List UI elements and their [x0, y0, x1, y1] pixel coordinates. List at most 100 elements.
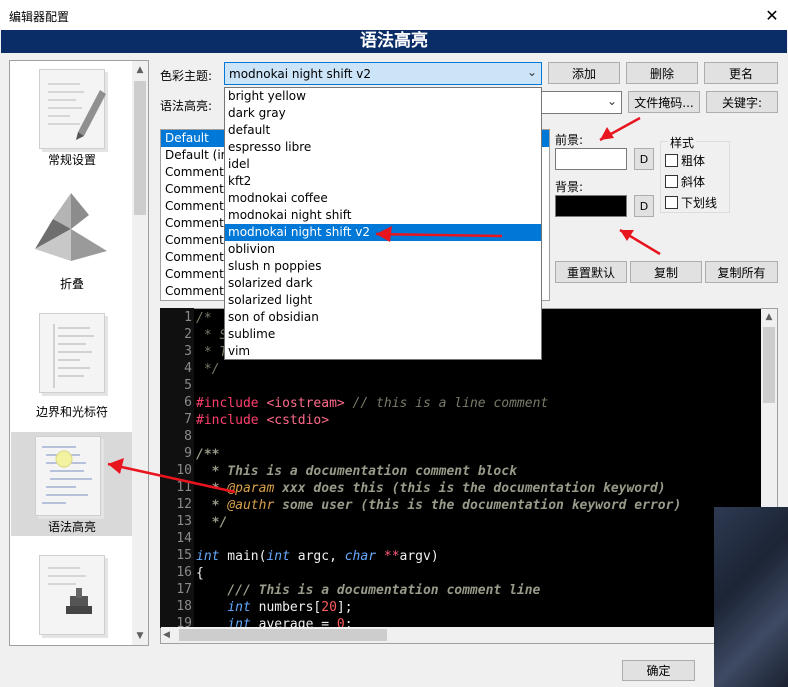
dropdown-option-selected[interactable]: modnokai night shift v2 [225, 224, 541, 241]
foreground-default-button[interactable]: D [634, 148, 654, 170]
code-token: /* [196, 311, 212, 326]
theme-combobox[interactable]: modnokai night shift v2 ⌄ [224, 62, 542, 85]
line-number: 9 [184, 446, 192, 461]
theme-label: 色彩主题: [160, 69, 213, 83]
sidebar-item-syntax[interactable]: 语法高亮 [11, 432, 133, 536]
code-token: /** [196, 447, 220, 462]
category-sidebar: 常规设置 折叠 边界和光标符 语法高亮 ▲ ▼ [9, 60, 149, 646]
sidebar-scrollbar[interactable]: ▲ ▼ [132, 61, 148, 645]
dropdown-option[interactable]: modnokai night shift [225, 207, 541, 224]
code-token: { [196, 566, 204, 581]
scrollbar-thumb[interactable] [179, 629, 387, 641]
underline-checkbox[interactable]: 下划线 [665, 194, 717, 211]
theme-selected-value: modnokai night shift v2 [229, 67, 371, 81]
line-number: 1 [184, 310, 192, 325]
sidebar-item-margins[interactable]: 边界和光标符 [11, 307, 133, 429]
sidebar-item-folding[interactable]: 折叠 [11, 185, 133, 303]
arrowhead [620, 230, 634, 241]
dropdown-option[interactable]: bright yellow [225, 88, 541, 105]
dropdown-option[interactable]: sublime [225, 326, 541, 343]
bold-label: 粗体 [681, 154, 706, 168]
dropdown-option[interactable]: slush n poppies [225, 258, 541, 275]
line-number: 2 [184, 327, 192, 342]
line-number: 3 [184, 344, 192, 359]
scrollbar-thumb[interactable] [134, 81, 146, 215]
dropdown-option[interactable]: default [225, 122, 541, 139]
margins-cursor-icon [39, 313, 105, 393]
sidebar-item-general[interactable]: 常规设置 [11, 63, 133, 181]
dropdown-option[interactable]: idel [225, 156, 541, 173]
dropdown-option[interactable]: oblivion [225, 241, 541, 258]
delete-theme-button[interactable]: 删除 [626, 62, 698, 84]
scroll-up-icon[interactable]: ▲ [132, 65, 148, 75]
line-number: 18 [176, 599, 192, 614]
background-label: 背景: [555, 180, 584, 194]
dropdown-option[interactable]: vim [225, 343, 541, 360]
code-token: main( [219, 549, 267, 564]
add-theme-button[interactable]: 添加 [548, 62, 620, 84]
code-token: * This is a documentation comment block [196, 464, 517, 479]
code-token: some user (this is the documentation key… [274, 498, 682, 513]
italic-label: 斜体 [681, 175, 706, 189]
keywords-button[interactable]: 关键字: [706, 91, 778, 113]
bold-checkbox[interactable]: 粗体 [665, 152, 705, 169]
code-token: int [227, 600, 251, 615]
code-token: char [344, 549, 377, 564]
line-number: 8 [184, 429, 192, 444]
dropdown-option[interactable]: modnokai coffee [225, 190, 541, 207]
chevron-down-icon: ⌄ [526, 65, 537, 79]
editor-horizontal-scrollbar[interactable]: ◀ [161, 627, 761, 643]
scroll-up-icon[interactable]: ▲ [761, 312, 777, 322]
dropdown-option[interactable]: solarized dark [225, 275, 541, 292]
ok-button[interactable]: 确定 [622, 660, 695, 681]
scroll-down-icon[interactable]: ▼ [132, 631, 148, 641]
dropdown-option[interactable]: son of obsidian [225, 309, 541, 326]
scroll-left-icon[interactable]: ◀ [163, 630, 170, 640]
general-settings-icon [39, 69, 106, 149]
file-mask-button[interactable]: 文件掩码... [628, 91, 700, 113]
line-number: 4 [184, 361, 192, 376]
code-token: int [196, 549, 220, 564]
foreground-color-swatch[interactable] [555, 148, 627, 170]
code-token: * T [196, 345, 228, 360]
line-number: 15 [176, 548, 192, 563]
chevron-down-icon: ⌄ [606, 94, 617, 108]
code-token: */ [196, 515, 228, 530]
line-number: 11 [176, 480, 192, 495]
line-number: 10 [176, 463, 192, 478]
background-default-button[interactable]: D [634, 195, 654, 217]
line-number: 13 [176, 514, 192, 529]
copy-all-button[interactable]: 复制所有 [705, 261, 778, 283]
code-token: 20 [321, 600, 337, 615]
line-number: 17 [176, 582, 192, 597]
theme-dropdown-list[interactable]: bright yellow dark gray default espresso… [224, 87, 542, 360]
line-number: 6 [184, 395, 192, 410]
origami-icon [31, 189, 111, 276]
code-token: * S [196, 328, 228, 343]
close-icon: ✕ [765, 5, 779, 25]
code-token: @param [227, 481, 275, 496]
dropdown-option[interactable]: solarized light [225, 292, 541, 309]
line-number: 14 [176, 531, 192, 546]
copy-button[interactable]: 复制 [630, 261, 702, 283]
italic-checkbox[interactable]: 斜体 [665, 173, 705, 190]
code-token: <cstdio> [266, 413, 330, 428]
dropdown-option[interactable]: dark gray [225, 105, 541, 122]
rename-theme-button[interactable]: 更名 [704, 62, 778, 84]
code-token: #include [196, 396, 267, 411]
code-token: */ [196, 362, 220, 377]
dropdown-option[interactable]: espresso libre [225, 139, 541, 156]
code-token: @authr [227, 498, 275, 513]
background-color-swatch[interactable] [555, 195, 627, 217]
code-token: argv) [399, 549, 439, 564]
code-token: * [196, 481, 228, 496]
arrow-to-background [619, 228, 661, 256]
scrollbar-thumb[interactable] [763, 327, 775, 403]
dropdown-option[interactable]: kft2 [225, 173, 541, 190]
reset-default-button[interactable]: 重置默认 [555, 261, 627, 283]
close-button[interactable]: ✕ [756, 2, 788, 28]
sidebar-item-label: 语法高亮 [47, 520, 96, 534]
line-number: 12 [176, 497, 192, 512]
sidebar-item-more[interactable] [11, 541, 133, 641]
